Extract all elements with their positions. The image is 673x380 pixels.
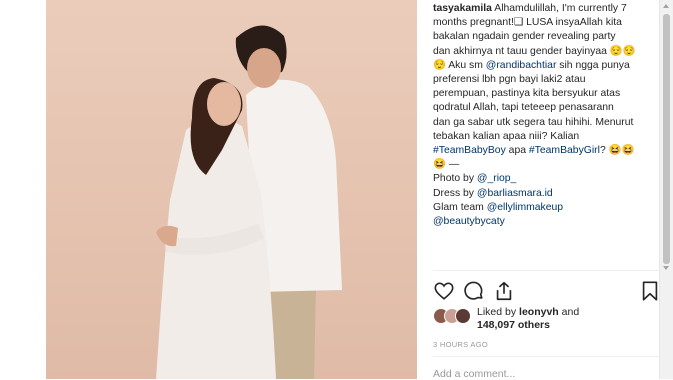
credit-label: Photo by xyxy=(433,173,477,185)
mention-link[interactable]: @beautybycaty xyxy=(433,216,505,227)
scroll-up-arrow-icon[interactable] xyxy=(663,4,669,8)
post-timestamp[interactable]: 3 HOURS AGO xyxy=(433,340,488,349)
bookmark-icon[interactable] xyxy=(639,280,661,302)
likes-count[interactable]: 148,097 others xyxy=(477,319,550,331)
caption-line: dan ga sabar utk segera tau hihihi. Menu… xyxy=(433,116,634,128)
divider xyxy=(433,356,659,357)
couple-photo-illustration xyxy=(46,0,417,379)
caption-emoji: ? 😆😆 xyxy=(599,145,635,157)
post-caption: tasyakamila Alhamdulillah, I'm currently… xyxy=(433,2,657,229)
scrollbar[interactable] xyxy=(659,0,673,379)
heart-icon[interactable] xyxy=(433,280,455,302)
mention-link[interactable]: @barliasmara.id xyxy=(477,188,553,199)
caption-line: preferensi lbh pgn bayi laki2 atau xyxy=(433,74,586,86)
action-bar xyxy=(433,280,661,304)
liked-prefix: Liked by xyxy=(477,306,520,318)
caption-line: apa xyxy=(505,145,529,157)
mention-link[interactable]: @_riop_ xyxy=(477,173,516,184)
credit-label: Dress by xyxy=(433,187,477,199)
hashtag-link[interactable]: #TeamBabyBoy xyxy=(433,145,506,156)
post-side-panel: tasyakamila Alhamdulillah, I'm currently… xyxy=(424,0,661,380)
caption-line: 😌 Aku sm xyxy=(433,59,486,71)
caption-line: 😆 — xyxy=(433,159,460,171)
scrollbar-thumb[interactable] xyxy=(663,14,670,264)
caption-line: qodratul Allah, tapi teteeep penasarann xyxy=(433,102,614,114)
hashtag-link[interactable]: #TeamBabyGirl xyxy=(529,145,600,156)
liker-username[interactable]: leonyvh xyxy=(519,306,559,318)
comment-icon[interactable] xyxy=(463,280,485,302)
likes-summary: Liked by leonyvh and 148,097 others xyxy=(433,306,659,336)
credit-label: Glam team xyxy=(433,201,487,213)
caption-line: bakalan ngadain gender revealing party xyxy=(433,31,616,43)
caption-line: tebakan kalian apaa niii? Kalian xyxy=(433,130,580,142)
caption-line: months pregnant!❑ LUSA insyaAllah kita xyxy=(433,17,622,29)
divider xyxy=(433,270,659,271)
caption-line: Alhamdulillah, I'm currently 7 xyxy=(494,3,627,14)
caption-line: perempuan, pastinya kita bersyukur atas xyxy=(433,88,621,100)
mention-link[interactable]: @ellylimmakeup xyxy=(487,202,563,213)
post-photo[interactable] xyxy=(46,0,417,379)
caption-line: dan akhirnya nt tauu gender bayinyaa 😌😌 xyxy=(433,45,636,57)
liker-avatars[interactable] xyxy=(433,308,473,326)
comment-input[interactable]: Add a comment... xyxy=(433,368,515,380)
caption-username[interactable]: tasyakamila xyxy=(433,3,492,14)
liked-by-text: Liked by leonyvh and 148,097 others xyxy=(477,306,579,332)
avatar xyxy=(455,308,471,324)
scroll-down-arrow-icon[interactable] xyxy=(663,266,669,270)
share-icon[interactable] xyxy=(493,280,515,302)
liked-and: and xyxy=(558,306,580,318)
mention-link[interactable]: @randibachtiar xyxy=(486,60,557,71)
caption-line: sih ngga punya xyxy=(556,59,630,71)
